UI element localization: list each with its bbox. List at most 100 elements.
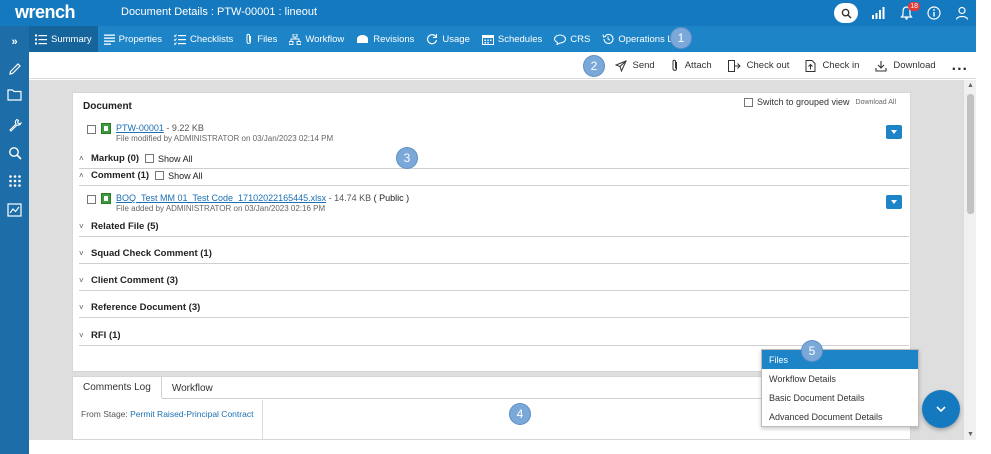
tab-checklists[interactable]: Checklists [168, 26, 239, 52]
menu-item-basic-document-details[interactable]: Basic Document Details [762, 388, 918, 407]
tab-comments-log[interactable]: Comments Log [73, 377, 162, 399]
tab-label: Workflow [305, 33, 345, 45]
comment-file-checkbox[interactable] [87, 195, 96, 204]
scrollbar-thumb[interactable] [967, 94, 974, 214]
signal-button[interactable] [870, 5, 886, 21]
attach-button[interactable]: Attach [671, 59, 712, 72]
workflow-icon [289, 33, 302, 45]
download-all-link[interactable]: Download All [856, 99, 896, 106]
tab-schedules[interactable]: Schedules [476, 26, 548, 52]
brand-logo[interactable]: wrench [15, 2, 76, 23]
report-icon [7, 202, 22, 217]
document-panel: Document Switch to grouped view Download… [72, 92, 911, 372]
file-icon [101, 123, 111, 134]
user-button[interactable] [954, 5, 970, 21]
grouped-view-checkbox[interactable] [743, 97, 753, 107]
main-file-size: - 9.22 KB [163, 123, 204, 133]
info-button[interactable] [926, 5, 942, 21]
pencil-icon [8, 62, 21, 75]
tab-summary[interactable]: Summary [29, 26, 98, 52]
user-icon [955, 6, 969, 20]
comment-file-row: BOQ_Test MM 01_Test Code_17102022165445.… [87, 193, 409, 213]
more-actions-button[interactable]: ... [952, 57, 968, 73]
scroll-up-icon[interactable]: ▲ [967, 82, 974, 89]
rail-item-search[interactable] [6, 144, 23, 161]
markup-label: Markup (0) [91, 153, 140, 164]
send-button[interactable]: Send [614, 59, 655, 72]
signal-icon [871, 7, 884, 19]
chevron-down-icon: ˅ [79, 331, 84, 340]
from-stage-value[interactable]: Permit Raised-Principal Contract [130, 409, 253, 419]
document-section-title: Document [83, 101, 132, 112]
send-icon [614, 59, 627, 72]
chevron-down-icon [891, 200, 897, 204]
main-file-options-button[interactable] [886, 125, 902, 139]
download-button[interactable]: Download [875, 60, 936, 72]
main-file-row: PTW-00001 - 9.22 KB File modified by ADM… [87, 123, 333, 143]
info-icon [927, 6, 941, 20]
rail-item-folder[interactable] [6, 86, 23, 103]
vertical-scrollbar[interactable]: ▲ ▼ [963, 80, 976, 440]
tab-files[interactable]: Files [239, 26, 283, 52]
comment-file-meta: BOQ_Test MM 01_Test Code_17102022165445.… [116, 193, 409, 213]
checkout-button[interactable]: Check out [727, 59, 790, 72]
tab-properties[interactable]: Properties [98, 26, 168, 52]
checkout-label: Check out [746, 60, 790, 71]
rail-item-reports[interactable] [6, 201, 23, 218]
step-marker-3: 3 [397, 148, 417, 168]
document-actions: Send Attach Check out Check in Download … [614, 52, 968, 79]
comment-section[interactable]: ˄ Comment (1) Show All [79, 166, 909, 186]
jump-menu-button[interactable] [922, 390, 960, 428]
squad-check-comment-section[interactable]: ˅ Squad Check Comment (1) [79, 244, 909, 264]
checklist-icon [173, 33, 186, 45]
checkin-icon [805, 59, 816, 72]
comment-show-all-checkbox[interactable] [155, 171, 165, 180]
search-icon [8, 146, 22, 160]
tab-crs[interactable]: CRS [548, 26, 596, 52]
properties-icon [103, 34, 115, 45]
chevron-down-icon: ˅ [79, 276, 84, 285]
tab-label: Summary [51, 33, 92, 45]
notifications-button[interactable]: 18 [898, 2, 920, 21]
main-file-name-line: PTW-00001 - 9.22 KB [116, 123, 333, 133]
tab-label: Properties [118, 33, 162, 45]
scroll-down-icon[interactable]: ▼ [967, 431, 974, 438]
jump-to-menu: Files Workflow Details Basic Document De… [761, 349, 919, 427]
comment-file-link[interactable]: BOQ_Test MM 01_Test Code_17102022165445.… [116, 193, 326, 203]
chevron-down-icon: ˅ [79, 303, 84, 312]
tab-usage[interactable]: Usage [420, 26, 475, 52]
tab-label: Revisions [373, 33, 415, 45]
main-file-checkbox[interactable] [87, 125, 96, 134]
main-file-link[interactable]: PTW-00001 [116, 123, 164, 133]
rfi-section[interactable]: ˅ RFI (1) [79, 326, 909, 346]
menu-item-workflow-details[interactable]: Workflow Details [762, 369, 918, 388]
chat-bubble-icon [554, 33, 567, 45]
menu-item-advanced-document-details[interactable]: Advanced Document Details [762, 407, 918, 426]
tab-label: Files [257, 33, 278, 45]
chevron-up-icon: ˄ [79, 171, 84, 180]
chevron-down-icon [936, 405, 946, 412]
checkout-icon [727, 59, 741, 72]
page-title: Document Details : PTW-00001 : lineout [121, 6, 318, 18]
tab-workflow[interactable]: Workflow [283, 26, 350, 52]
expand-rail-button[interactable]: » [6, 33, 23, 50]
checkin-button[interactable]: Check in [805, 59, 859, 72]
rail-item-edit[interactable] [6, 60, 23, 77]
comment-file-options-button[interactable] [886, 195, 902, 209]
chevron-down-icon: ˅ [79, 222, 84, 231]
top-bar: wrench Document Details : PTW-00001 : li… [0, 0, 976, 26]
grouped-view-label: Switch to grouped view [756, 97, 850, 107]
tab-workflow-bottom[interactable]: Workflow [162, 377, 223, 399]
related-file-section[interactable]: ˅ Related File (5) [79, 217, 909, 237]
markup-show-all-checkbox[interactable] [145, 154, 155, 163]
reference-document-section[interactable]: ˅ Reference Document (3) [79, 298, 909, 318]
action-bar: Send Attach Check out Check in Download … [29, 52, 976, 79]
step-marker-5: 5 [802, 341, 822, 361]
client-comment-section[interactable]: ˅ Client Comment (3) [79, 271, 909, 291]
tab-revisions[interactable]: Revisions [350, 26, 420, 52]
search-button[interactable] [834, 3, 858, 23]
rail-item-tools[interactable] [6, 116, 23, 133]
section-label: Reference Document (3) [91, 302, 201, 313]
rail-item-apps[interactable] [6, 172, 23, 189]
menu-item-files[interactable]: Files [762, 350, 918, 369]
